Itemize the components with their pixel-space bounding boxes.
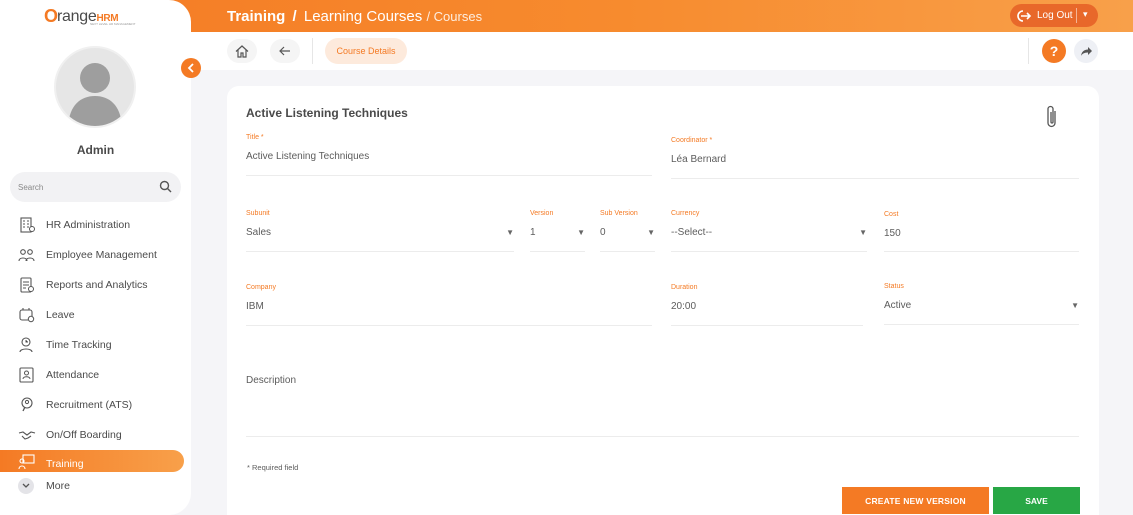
dropdown-caret-icon: ▼ bbox=[506, 228, 514, 237]
arrow-left-icon bbox=[279, 46, 290, 56]
title-field[interactable]: Title * Active Listening Techniques bbox=[246, 134, 652, 176]
dropdown-caret-icon: ▼ bbox=[647, 228, 655, 237]
leave-icon bbox=[19, 308, 35, 323]
toolbar: Course Details ? bbox=[191, 32, 1133, 70]
sidebar-item-onoff-boarding[interactable]: On/Off Boarding bbox=[0, 420, 191, 450]
sidebar-item-recruitment[interactable]: Recruitment (ATS) bbox=[0, 390, 191, 420]
subversion-select[interactable]: Sub Version 0 ▼ bbox=[600, 210, 655, 252]
currency-select[interactable]: Currency --Select-- ▼ bbox=[671, 210, 867, 252]
search-input[interactable] bbox=[18, 179, 153, 195]
user-name: Admin bbox=[76, 143, 115, 157]
sidebar-collapse-button[interactable] bbox=[181, 58, 201, 78]
home-button[interactable] bbox=[227, 39, 257, 63]
coordinator-field[interactable]: Coordinator * Léa Bernard bbox=[671, 137, 1079, 179]
attendance-icon bbox=[19, 367, 34, 383]
sidebar-item-time-tracking[interactable]: Time Tracking bbox=[0, 330, 191, 360]
logout-button[interactable]: Log Out ▾ bbox=[1010, 4, 1098, 27]
breadcrumb-learning-courses[interactable]: Learning Courses bbox=[304, 8, 422, 25]
status-select[interactable]: Status Active ▼ bbox=[884, 283, 1079, 325]
recruitment-icon bbox=[21, 397, 33, 412]
page-title: Active Listening Techniques bbox=[246, 106, 408, 120]
breadcrumb: Training / Learning Courses / Courses bbox=[227, 8, 482, 25]
duration-field[interactable]: Duration 20:00 bbox=[671, 284, 863, 326]
building-icon bbox=[20, 217, 35, 233]
paperclip-icon bbox=[1047, 105, 1056, 128]
dropdown-caret-icon: ▼ bbox=[859, 228, 867, 237]
avatar[interactable] bbox=[54, 46, 136, 128]
dropdown-caret-icon: ▼ bbox=[577, 228, 585, 237]
sidebar-item-training[interactable]: Training bbox=[0, 450, 184, 472]
chevron-left-icon bbox=[187, 63, 194, 73]
home-icon bbox=[235, 44, 249, 58]
logout-divider bbox=[1076, 8, 1077, 23]
breadcrumb-training[interactable]: Training bbox=[227, 8, 285, 25]
cost-field[interactable]: Cost 150 bbox=[884, 211, 1079, 252]
sidebar-item-reports-and-analytics[interactable]: Reports and Analytics bbox=[0, 270, 191, 300]
chevron-down-icon[interactable]: ▾ bbox=[1083, 9, 1088, 20]
logout-icon bbox=[1017, 9, 1032, 22]
back-button[interactable] bbox=[270, 39, 300, 63]
toolbar-divider bbox=[1028, 38, 1029, 64]
user-silhouette-icon bbox=[68, 63, 122, 126]
help-button[interactable]: ? bbox=[1042, 39, 1066, 63]
breadcrumb-courses: / Courses bbox=[426, 9, 483, 24]
share-button[interactable] bbox=[1074, 39, 1098, 63]
breadcrumb-separator: / bbox=[292, 8, 297, 25]
sidebar-search bbox=[10, 172, 181, 202]
sidebar-item-employee-management[interactable]: Employee Management bbox=[0, 240, 191, 270]
search-icon[interactable] bbox=[159, 180, 172, 193]
clock-user-icon bbox=[19, 337, 33, 353]
chevron-down-icon bbox=[18, 478, 34, 494]
subunit-select[interactable]: Subunit Sales ▼ bbox=[246, 210, 514, 252]
required-field-note: * Required field bbox=[247, 463, 299, 472]
sidebar-more[interactable]: More bbox=[18, 478, 70, 494]
share-icon bbox=[1080, 46, 1092, 56]
users-icon bbox=[18, 249, 35, 262]
version-select[interactable]: Version 1 ▼ bbox=[530, 210, 585, 252]
course-form-card: Active Listening Techniques Title * Acti… bbox=[227, 86, 1099, 515]
attachment-button[interactable] bbox=[1043, 104, 1061, 135]
toolbar-divider bbox=[312, 38, 313, 64]
sidebar: O rangeHRM NEXT LEVEL HR MANAGEMENT Admi… bbox=[0, 0, 191, 515]
create-new-version-button[interactable]: CREATE NEW VERSION bbox=[842, 487, 989, 514]
handshake-icon bbox=[18, 431, 36, 440]
sidebar-item-leave[interactable]: Leave bbox=[0, 300, 191, 330]
sidebar-item-attendance[interactable]: Attendance bbox=[0, 360, 191, 390]
company-field[interactable]: Company IBM bbox=[246, 284, 652, 326]
description-textarea[interactable]: Description bbox=[246, 375, 1079, 437]
training-icon bbox=[18, 454, 35, 470]
tab-course-details[interactable]: Course Details bbox=[325, 38, 407, 64]
dropdown-caret-icon: ▼ bbox=[1071, 301, 1079, 310]
orangehrm-logo[interactable]: O rangeHRM NEXT LEVEL HR MANAGEMENT bbox=[44, 6, 154, 28]
report-icon bbox=[20, 277, 34, 293]
save-button[interactable]: SAVE bbox=[993, 487, 1080, 514]
sidebar-item-hr-administration[interactable]: HR Administration bbox=[0, 210, 191, 240]
logout-label: Log Out bbox=[1037, 10, 1073, 21]
